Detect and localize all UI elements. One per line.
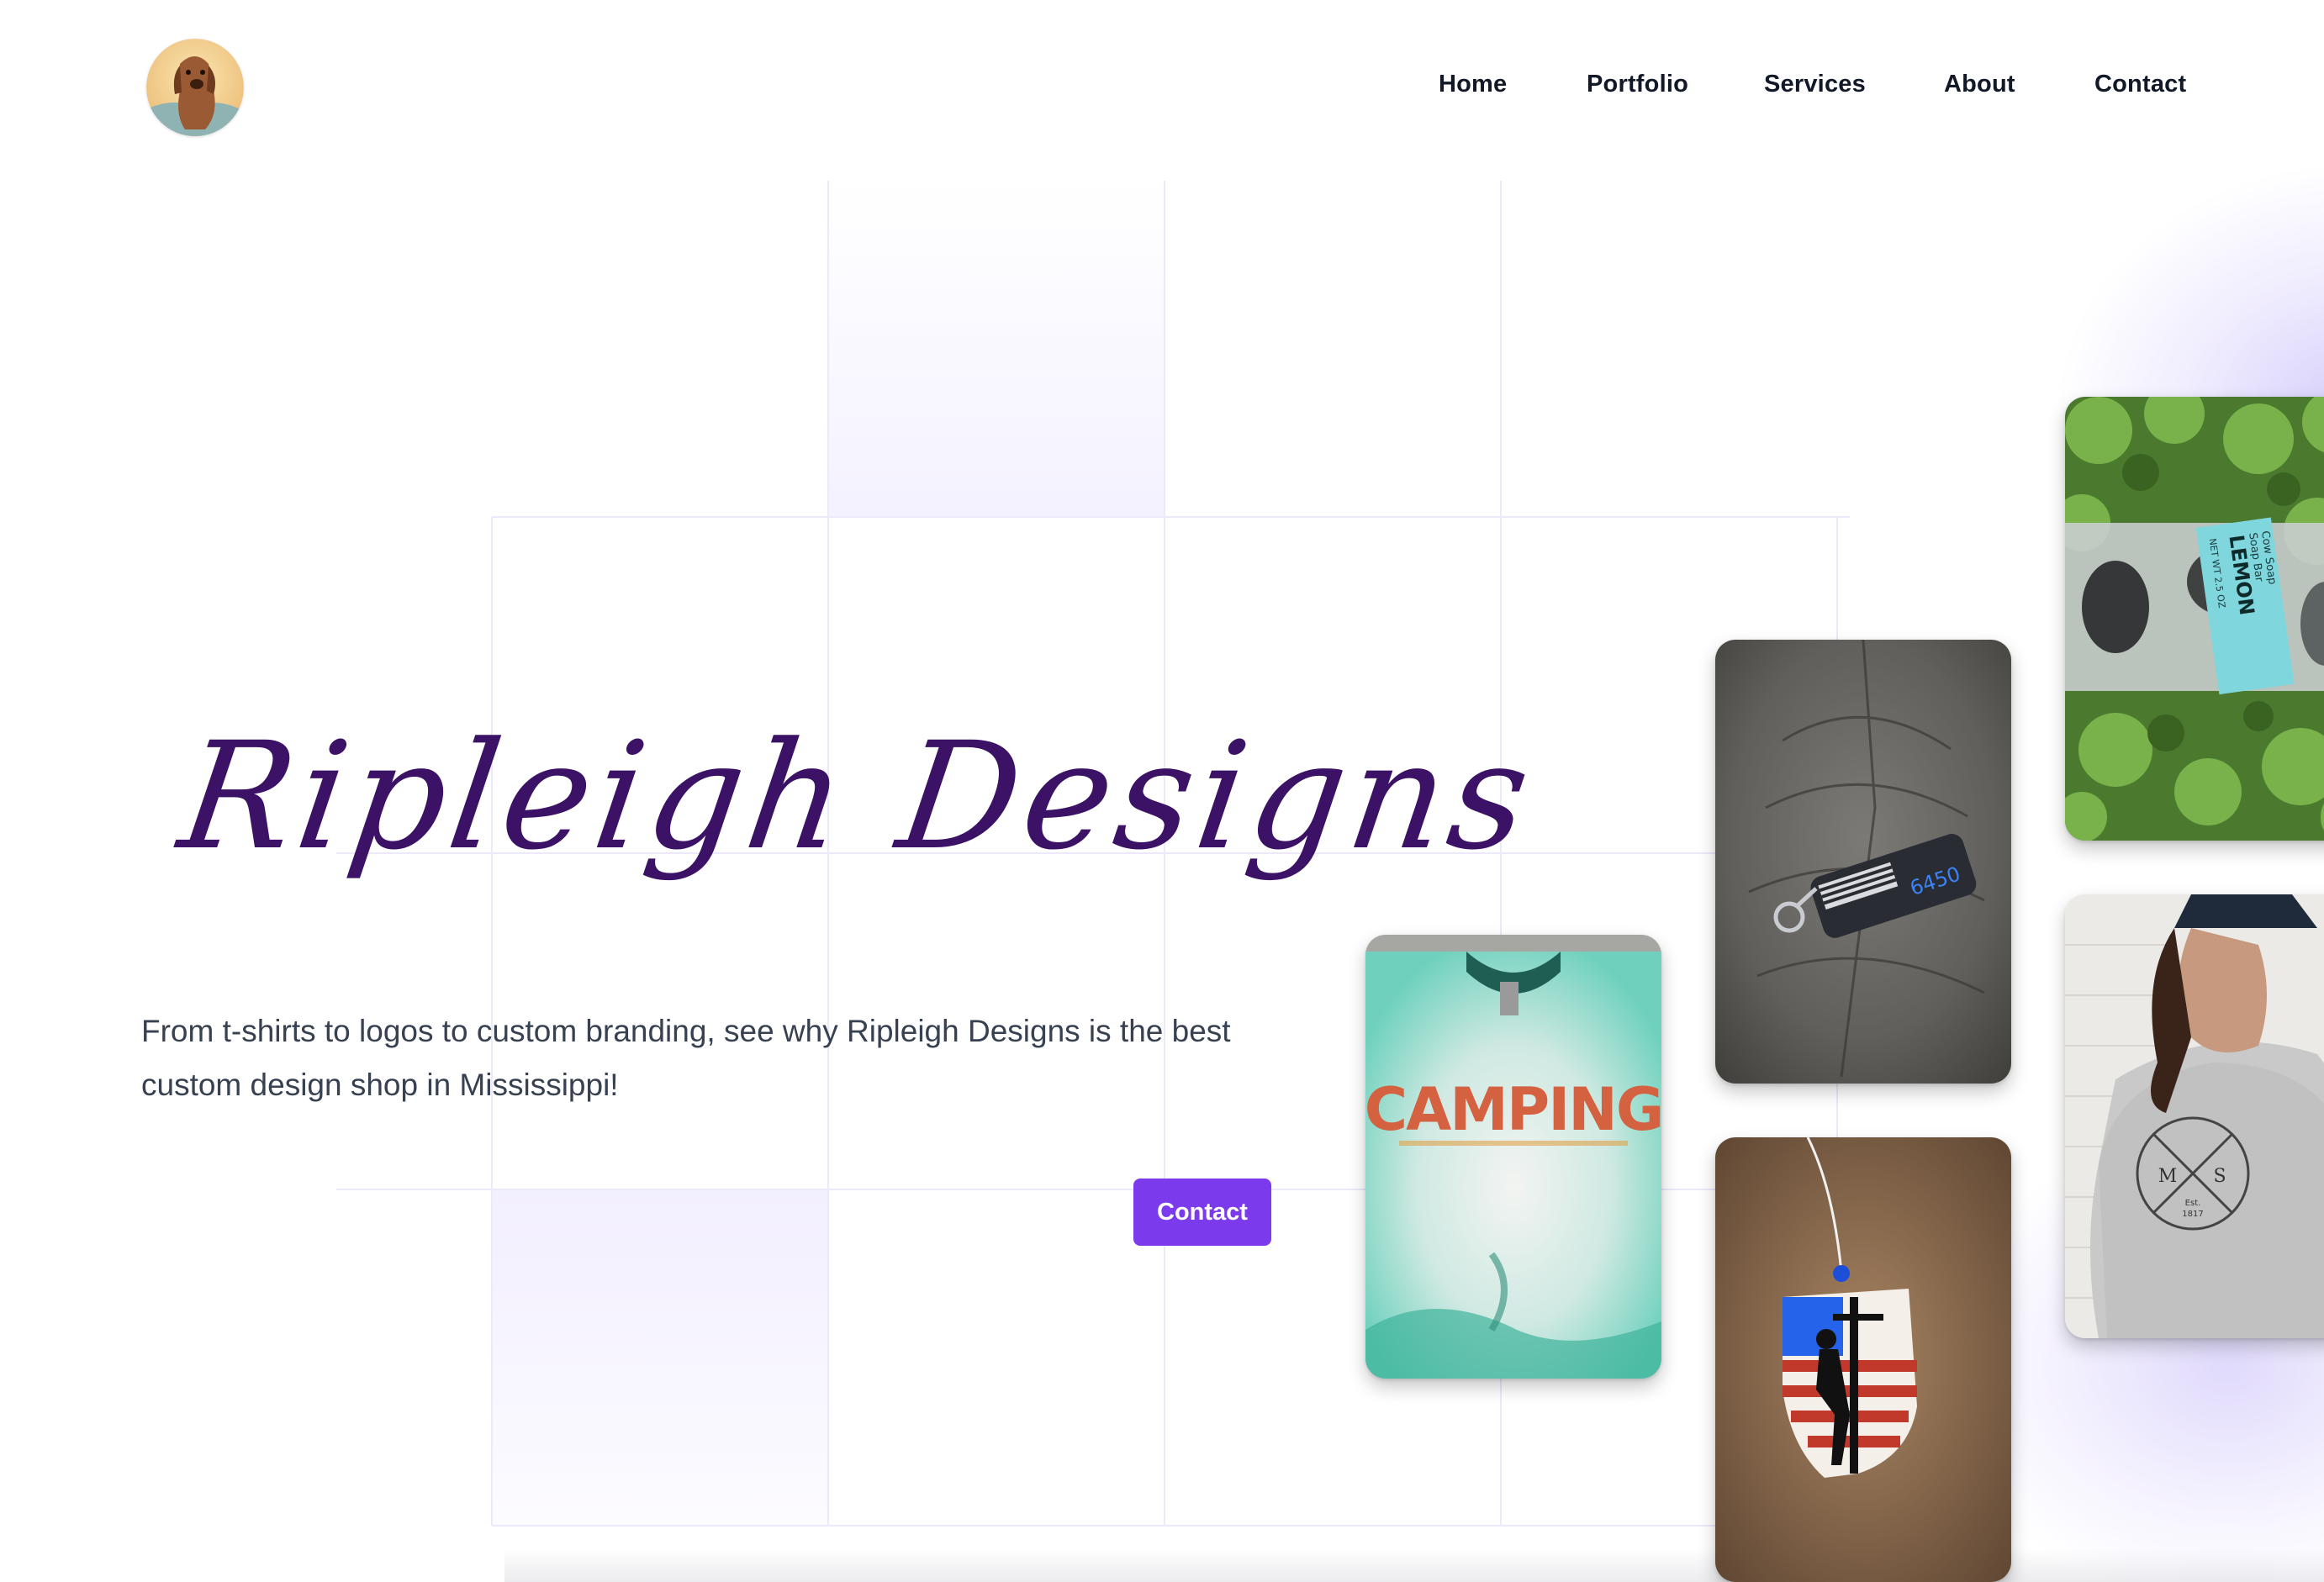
sweatshirt-photo[interactable]: M S Est. 1817: [2065, 894, 2324, 1338]
hero-subtitle: From t-shirts to logos to custom brandin…: [141, 1014, 1231, 1102]
hero-title: Ripleigh Designs: [171, 710, 1545, 883]
bottom-shade: [504, 1548, 2324, 1582]
nav-home-link[interactable]: Home: [1439, 71, 1507, 98]
nav-portfolio-link[interactable]: Portfolio: [1587, 71, 1688, 98]
main-nav: Home Portfolio Services About Contact: [0, 71, 2324, 104]
page: Home Portfolio Services About Contact Ri…: [0, 0, 2324, 1582]
nav-about-link[interactable]: About: [1944, 71, 2015, 98]
sweatshirt-est-line2: 1817: [2182, 1210, 2203, 1219]
contact-button[interactable]: Contact: [1133, 1179, 1271, 1246]
soap-bar-photo[interactable]: Cow Soap Soap Bar LEMON NET WT 2.5 OZ: [2065, 397, 2324, 841]
nav-contact-link[interactable]: Contact: [2094, 71, 2186, 98]
lineman-flag-ornament-photo[interactable]: [1715, 1137, 2011, 1582]
flag-keychain-photo[interactable]: 6450: [1715, 640, 2011, 1084]
camping-shirt-photo[interactable]: CAMPING: [1365, 935, 1661, 1379]
sweatshirt-est-line1: Est.: [2185, 1199, 2201, 1208]
nav-services-link[interactable]: Services: [1764, 71, 1866, 98]
sweatshirt-letter-right: S: [2213, 1166, 2226, 1187]
camping-print-text: CAMPING: [1365, 1075, 1661, 1144]
sweatshirt-letter-left: M: [2158, 1166, 2178, 1187]
